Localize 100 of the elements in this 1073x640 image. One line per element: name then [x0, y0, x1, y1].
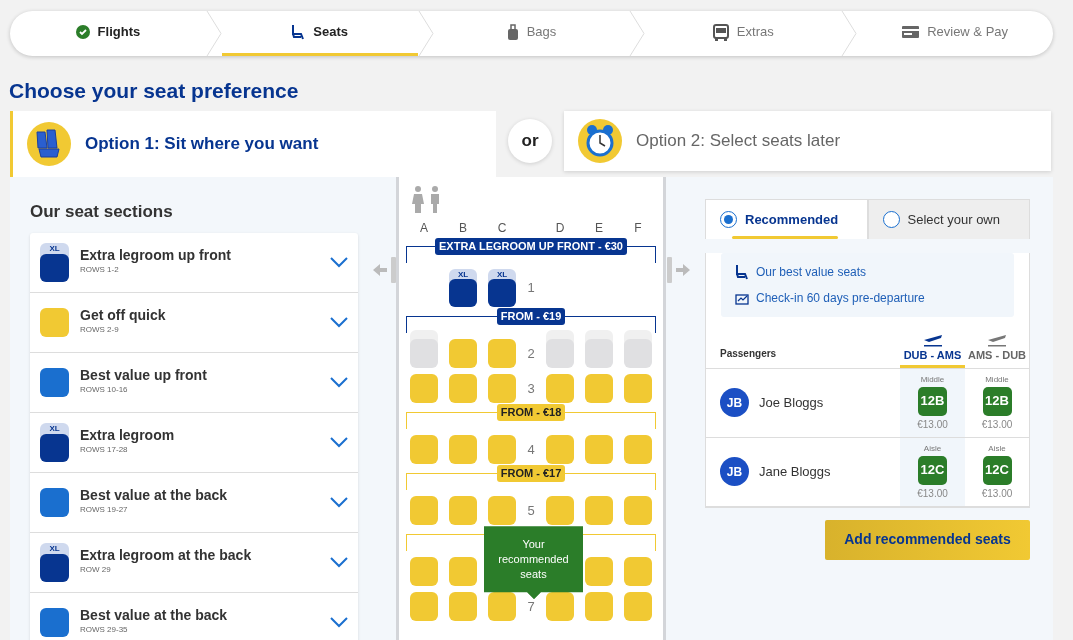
seat[interactable] [449, 592, 477, 622]
row-number: 4 [527, 440, 535, 459]
benefit-text: Our best value seats [756, 264, 867, 282]
add-seats-button[interactable]: Add recommended seats [825, 519, 1030, 560]
step-divider [629, 11, 646, 56]
row-number: 2 [527, 344, 535, 363]
seat-section-item[interactable]: Get off quick ROWS 2-9 [30, 292, 358, 353]
seat-section-item[interactable]: XL Extra legroom ROWS 17-28 [30, 412, 358, 473]
chevron-down-icon [330, 496, 348, 508]
recommended-seats-tooltip: Your recommended seats [484, 526, 583, 600]
seat[interactable] [585, 435, 613, 465]
passenger-name: Jane Bloggs [759, 462, 831, 481]
exit-right-icon [666, 257, 692, 284]
seat[interactable] [624, 374, 652, 404]
seat-price: €13.00 [917, 417, 948, 432]
flight-route-tab[interactable]: DUB - AMS [900, 331, 965, 369]
seat[interactable] [546, 374, 574, 404]
seat-choice-tab[interactable]: Recommended [705, 199, 868, 240]
column-letter: D [554, 220, 566, 238]
bus-icon [712, 23, 729, 41]
seat[interactable] [488, 592, 516, 622]
progress-step[interactable]: Seats [221, 11, 418, 56]
seat-position: Middle [920, 373, 945, 386]
or-separator: or [508, 119, 552, 164]
seat[interactable] [585, 496, 613, 526]
seat[interactable] [585, 374, 613, 404]
seat-number[interactable]: 12B [918, 386, 947, 416]
seat-number[interactable]: 12C [918, 455, 947, 485]
section-price-label: FROM - €19 [496, 308, 566, 326]
seat[interactable] [624, 557, 652, 587]
radio-icon[interactable] [882, 211, 900, 229]
seat-section-item[interactable]: XL Extra legroom at the back ROW 29 [30, 532, 358, 593]
radio-icon[interactable] [720, 211, 737, 229]
seat-option-tab[interactable]: Option 1: Sit where you want [10, 111, 496, 178]
seat[interactable] [546, 496, 574, 526]
xl-seat[interactable]: XL [488, 269, 516, 308]
section-rows: ROW 29 [80, 563, 319, 576]
seat[interactable] [585, 557, 613, 587]
xl-seat[interactable]: XL [449, 269, 477, 308]
section-price-label: EXTRA LEGROOM UP FRONT - €30 [435, 238, 627, 256]
check-circle-icon [75, 25, 90, 39]
page-title: Choose your seat preference [9, 78, 300, 104]
seat[interactable] [449, 557, 477, 587]
seat-position: Aisle [923, 442, 942, 455]
progress-step[interactable]: Flights [10, 11, 206, 56]
progress-step[interactable]: Bags [433, 11, 630, 56]
seat[interactable] [410, 435, 438, 465]
section-name: Extra legroom [80, 428, 176, 444]
row-number: 3 [527, 379, 535, 398]
seat[interactable] [624, 496, 652, 526]
seat-price: €13.00 [917, 486, 948, 501]
seat[interactable] [449, 435, 477, 465]
seat[interactable] [585, 592, 613, 622]
avatar-initials: JB [720, 457, 749, 487]
seat-price: €13.00 [981, 417, 1013, 432]
seat-number[interactable]: 12B [982, 386, 1012, 416]
chevron-down-icon [330, 556, 348, 568]
column-letter: C [496, 220, 508, 238]
seat[interactable] [449, 339, 477, 369]
luggage-icon [506, 23, 519, 41]
seat-swatch-icon: XL [40, 542, 69, 582]
passenger-name: Joe Bloggs [759, 393, 824, 412]
step-divider [417, 11, 434, 56]
chevron-down-icon [330, 616, 348, 628]
step-divider [841, 11, 858, 56]
seat[interactable] [624, 592, 652, 622]
progress-step[interactable]: Review & Pay [857, 11, 1053, 56]
section-name: Extra legroom at the back [80, 548, 253, 564]
seat-section-item[interactable]: Best value up front ROWS 10-16 [30, 352, 358, 413]
section-rows: ROWS 1-2 [80, 263, 319, 276]
section-heading: Our seat sections [30, 201, 174, 224]
seat[interactable] [449, 496, 477, 526]
seat[interactable] [410, 374, 438, 404]
seat[interactable] [546, 435, 574, 465]
seat-section-item[interactable]: Best value at the back ROWS 19-27 [30, 472, 358, 533]
seat[interactable] [410, 496, 438, 526]
seat-number[interactable]: 12C [982, 455, 1012, 485]
seat[interactable] [488, 374, 516, 404]
seat[interactable] [624, 435, 652, 465]
seat-option-tab[interactable]: Option 2: Select seats later [564, 111, 1051, 172]
row-number: 7 [527, 597, 535, 616]
seat[interactable] [546, 592, 574, 622]
progress-step[interactable]: Extras [645, 11, 842, 56]
seat[interactable] [410, 557, 438, 587]
seat[interactable] [410, 592, 438, 622]
seat-choice-tab[interactable]: Select your own [867, 199, 1030, 240]
seat[interactable] [488, 339, 516, 369]
step-divider [205, 11, 222, 56]
section-rows: ROWS 17-28 [80, 443, 319, 456]
seat[interactable] [449, 374, 477, 404]
seat-section-item[interactable]: Best value at the back ROWS 29-35 [30, 592, 358, 640]
section-rows: ROWS 29-35 [80, 623, 319, 636]
alarm-clock-icon [578, 119, 622, 164]
exit-left-icon [371, 257, 397, 284]
seat-section-item[interactable]: XL Extra legroom up front ROWS 1-2 [30, 232, 358, 293]
seat[interactable] [488, 496, 516, 526]
flight-route-tab[interactable]: AMS - DUB [965, 331, 1029, 369]
section-name: Best value at the back [80, 488, 229, 504]
chevron-down-icon [330, 376, 348, 388]
seat[interactable] [488, 435, 516, 465]
